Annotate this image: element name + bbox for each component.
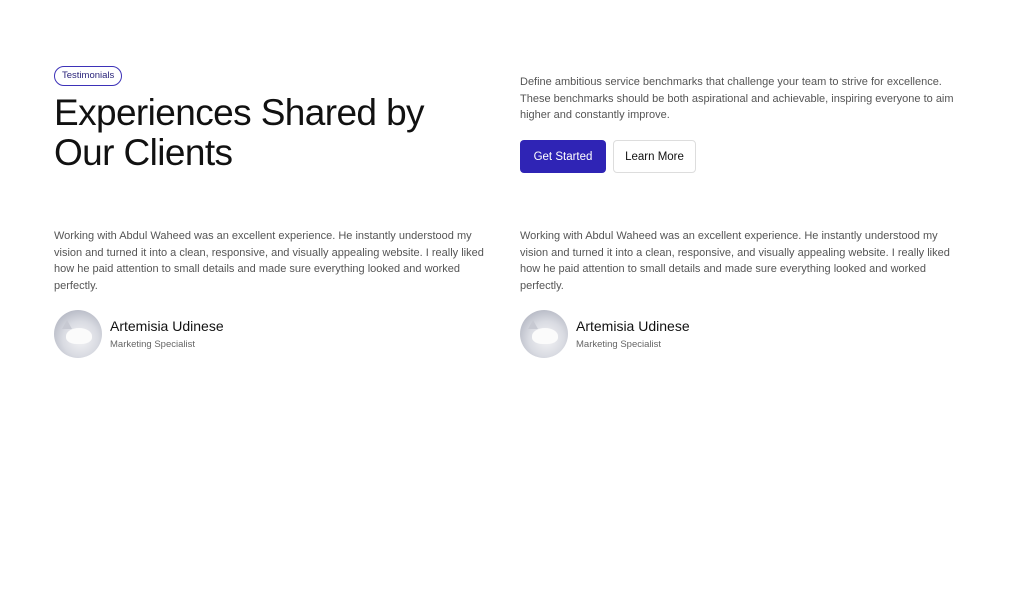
intro-text: Define ambitious service benchmarks that… bbox=[520, 76, 954, 121]
author-name: Artemisia Udinese bbox=[110, 317, 224, 334]
author-role: Marketing Specialist bbox=[110, 338, 196, 350]
author-name: Artemisia Udinese bbox=[576, 317, 690, 334]
avatar bbox=[54, 310, 102, 358]
section-badge: Testimonials bbox=[54, 66, 123, 86]
page-title: Experiences Shared by Our Clients bbox=[54, 92, 425, 173]
learn-more-button[interactable]: Learn More bbox=[613, 140, 696, 173]
avatar bbox=[520, 310, 568, 358]
avatar-image-detail bbox=[528, 320, 538, 329]
testimonial-card: Working with Abdul Waheed was an excelle… bbox=[520, 228, 960, 358]
testimonial-quote: Working with Abdul Waheed was an excelle… bbox=[520, 230, 950, 292]
author-info: Artemisia Udinese Marketing Specialist bbox=[110, 317, 224, 352]
avatar-image-body bbox=[532, 328, 558, 344]
get-started-button[interactable]: Get Started bbox=[520, 140, 606, 173]
avatar-image-body bbox=[66, 328, 92, 344]
avatar-image-detail bbox=[62, 320, 72, 329]
testimonial-author: Artemisia Udinese Marketing Specialist bbox=[54, 310, 494, 358]
author-role: Marketing Specialist bbox=[576, 338, 662, 350]
author-info: Artemisia Udinese Marketing Specialist bbox=[576, 317, 690, 352]
testimonial-quote: Working with Abdul Waheed was an excelle… bbox=[54, 230, 484, 292]
testimonial-card: Working with Abdul Waheed was an excelle… bbox=[54, 228, 494, 358]
testimonial-author: Artemisia Udinese Marketing Specialist bbox=[520, 310, 960, 358]
